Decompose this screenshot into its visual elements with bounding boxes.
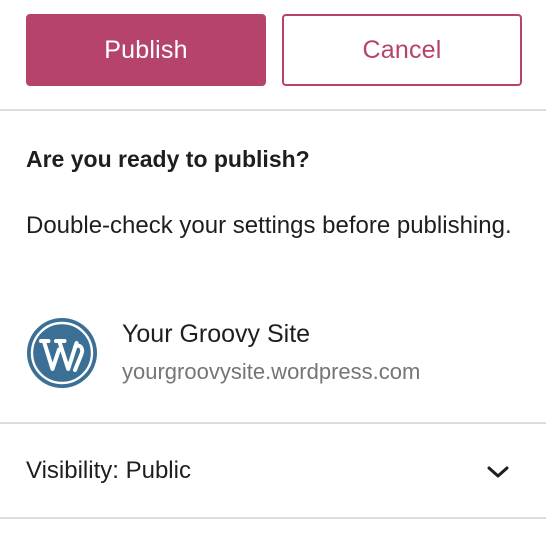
publish-panel: Publish Cancel Are you ready to publish?… bbox=[0, 0, 546, 546]
site-card: Your Groovy Site yourgroovysite.wordpres… bbox=[26, 317, 526, 389]
prepublish-heading: Are you ready to publish? bbox=[26, 146, 310, 172]
wordpress-logo-icon bbox=[27, 318, 97, 388]
visibility-toggle[interactable]: Visibility: Public bbox=[0, 424, 546, 518]
publish-panel-header: Publish Cancel bbox=[0, 0, 546, 111]
prepublish-description: Double-check your settings before publis… bbox=[26, 212, 512, 239]
section-divider-bottom bbox=[0, 517, 546, 519]
visibility-value: Public bbox=[125, 457, 191, 484]
chevron-down-icon bbox=[487, 466, 509, 478]
visibility-text: Visibility: Public bbox=[26, 457, 191, 485]
publish-button[interactable]: Publish bbox=[26, 14, 266, 86]
site-url: yourgroovysite.wordpress.com bbox=[122, 359, 421, 384]
site-name: Your Groovy Site bbox=[122, 320, 311, 348]
visibility-label: Visibility: bbox=[26, 457, 119, 484]
cancel-button[interactable]: Cancel bbox=[282, 14, 522, 86]
